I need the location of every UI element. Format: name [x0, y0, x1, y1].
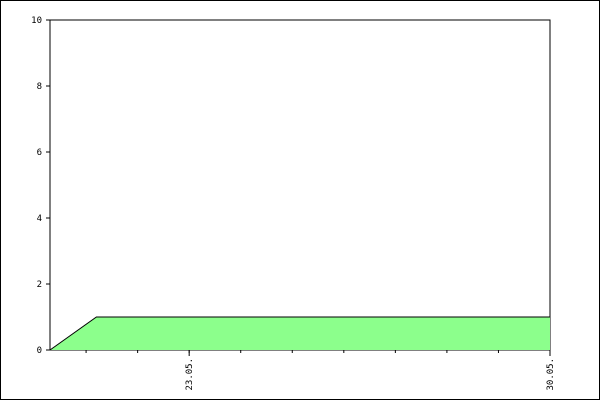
y-tick-label: 0	[37, 346, 42, 356]
y-tick-label: 8	[37, 82, 42, 92]
y-tick-label: 2	[37, 280, 42, 290]
area-layer	[49, 316, 550, 351]
y-tick-label: 10	[31, 16, 42, 26]
area-chart: 0 2 4 6 8 10 23.05. 30.05.	[31, 16, 556, 391]
x-tick-label: 23.05.	[185, 358, 195, 391]
y-tick-label: 4	[37, 214, 42, 224]
area-series-0	[50, 317, 550, 350]
y-axis: 0 2 4 6 8 10	[31, 16, 50, 356]
x-tick-label: 30.05.	[546, 358, 556, 391]
y-tick-label: 6	[37, 148, 42, 158]
plot-area	[49, 19, 551, 351]
x-axis: 23.05. 30.05.	[85, 350, 556, 391]
